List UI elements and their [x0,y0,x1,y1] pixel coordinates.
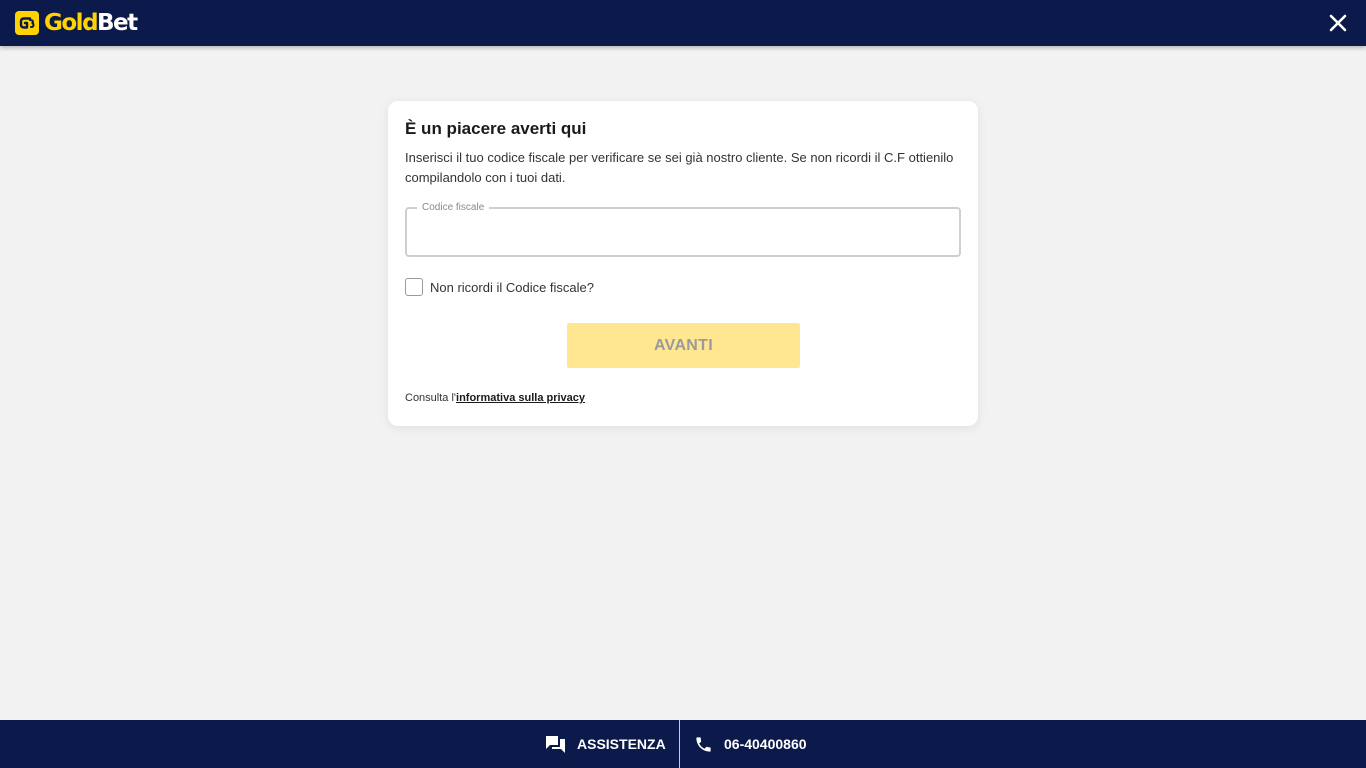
login-card: È un piacere averti qui Inserisci il tuo… [388,101,978,426]
chat-icon [546,735,565,753]
close-icon [1329,14,1347,32]
close-button[interactable] [1328,13,1348,33]
assistenza-button[interactable]: ASSISTENZA [545,720,666,768]
top-bar: GoldBet [0,0,1366,46]
logo-text-bet: Bet [97,10,138,36]
codice-fiscale-field[interactable]: Codice fiscale [405,202,961,257]
phone-number: 06-40400860 [724,736,807,752]
forgot-cf-row[interactable]: Non ricordi il Codice fiscale? [405,277,594,297]
logo-wordmark: GoldBet [44,10,138,36]
goldbet-logo[interactable]: GoldBet [15,10,138,36]
avanti-button[interactable]: AVANTI [567,323,800,368]
forgot-cf-checkbox[interactable] [405,278,423,296]
privacy-notice: Consulta l'informativa sulla privacy [405,392,585,404]
privacy-link[interactable]: informativa sulla privacy [456,392,585,404]
phone-button[interactable]: 06-40400860 [694,720,807,768]
privacy-prefix: Consulta l' [405,392,457,404]
codice-fiscale-label: Codice fiscale [417,202,490,214]
card-description: Inserisci il tuo codice fiscale per veri… [405,150,954,185]
footer-divider [679,720,680,768]
codice-fiscale-input[interactable] [417,221,947,245]
logo-text-gold: Gold [44,10,99,36]
bottom-bar: ASSISTENZA 06-40400860 [0,720,1366,768]
forgot-cf-label[interactable]: Non ricordi il Codice fiscale? [430,280,594,295]
card-title: È un piacere averti qui [405,119,587,138]
goldbet-logo-icon [15,11,39,35]
phone-icon [696,736,711,752]
assistenza-label: ASSISTENZA [577,736,666,752]
